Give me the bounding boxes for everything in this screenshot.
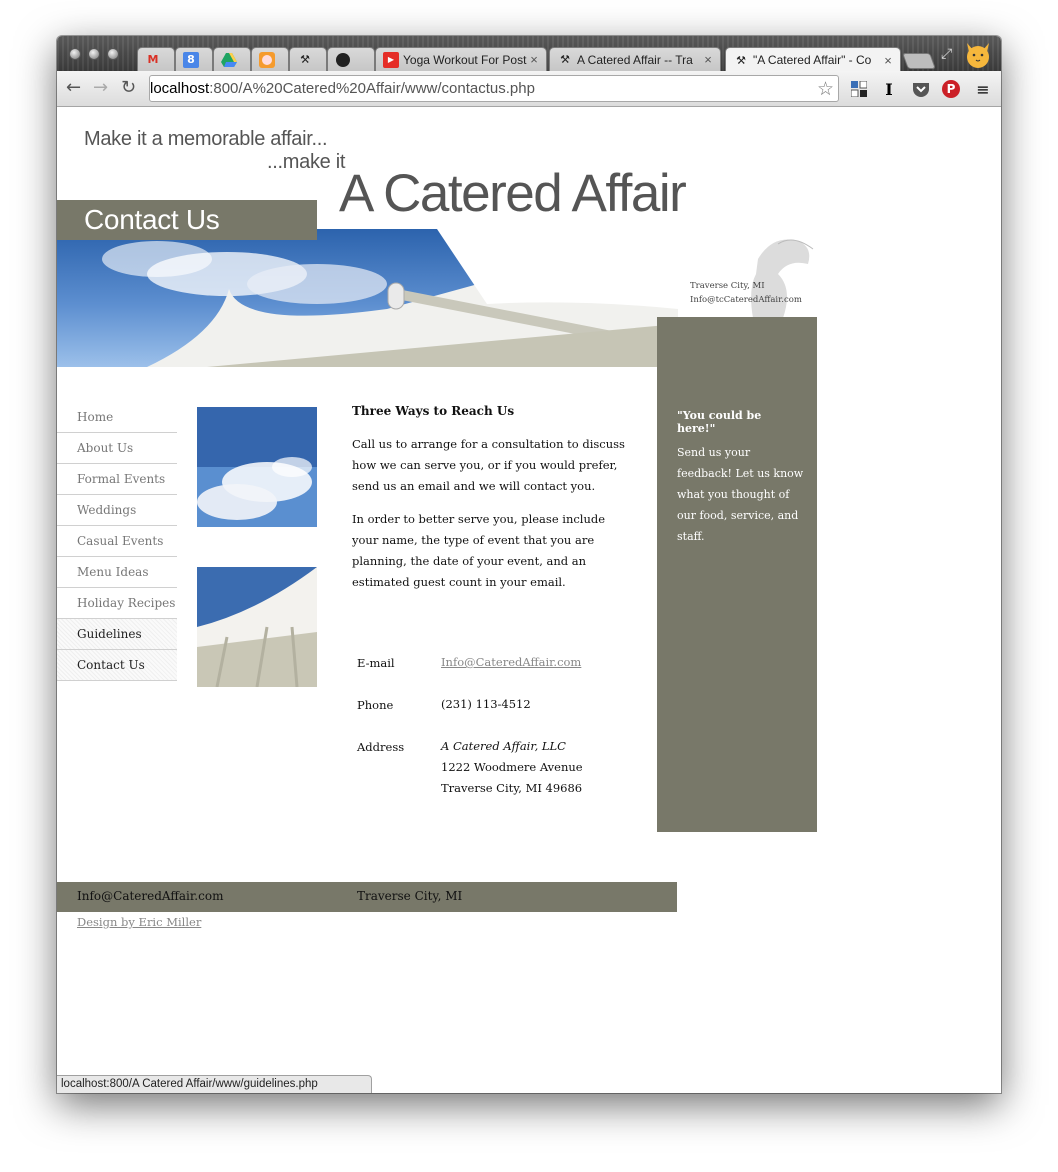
tab-title: "A Catered Affair" - Co bbox=[753, 53, 872, 67]
tagline-make-it: ...make it bbox=[267, 151, 346, 173]
status-bar: localhost:800/A Catered Affair/www/guide… bbox=[57, 1075, 372, 1093]
browser-window: M 8 ⚒ ▶ Yoga Workout For Post × ⚒ A Catered… bbox=[57, 36, 1001, 1093]
zoom-window-button[interactable] bbox=[107, 48, 119, 60]
cat-profile-icon[interactable] bbox=[963, 40, 993, 70]
close-icon[interactable]: × bbox=[701, 52, 715, 67]
tab-strip: M 8 ⚒ ▶ Yoga Workout For Post × ⚒ A Catered… bbox=[57, 36, 1001, 72]
sidebar-feedback: Send us your feedback! Let us know what … bbox=[677, 446, 804, 543]
footer-city: Traverse City, MI bbox=[357, 889, 463, 903]
browser-toolbar: ← → ↻ localhost:800/A%20Catered%20Affair… bbox=[57, 71, 1001, 162]
pinterest-icon[interactable]: P bbox=[941, 79, 961, 99]
address-bar[interactable]: localhost:800/A%20Catered%20Affair/www/c… bbox=[149, 75, 839, 162]
hero-tent-image bbox=[57, 229, 678, 367]
nav-guidelines[interactable]: Guidelines bbox=[57, 619, 177, 650]
close-icon[interactable]: × bbox=[527, 52, 541, 67]
bookmark-star-icon[interactable]: ☆ bbox=[817, 78, 834, 100]
forward-button[interactable]: → bbox=[93, 78, 108, 98]
new-tab-button[interactable] bbox=[902, 53, 936, 69]
site-brand: A Catered Affair bbox=[339, 164, 687, 223]
youtube-icon: ▶ bbox=[383, 51, 399, 68]
footer-email: Info@CateredAffair.com bbox=[77, 889, 224, 903]
back-button[interactable]: ← bbox=[66, 78, 81, 98]
tab-drive[interactable] bbox=[213, 47, 251, 71]
tab-catered-travel[interactable]: ⚒ A Catered Affair -- Tra × bbox=[549, 47, 721, 71]
address-label: Address bbox=[357, 740, 405, 754]
tab-github[interactable] bbox=[327, 47, 375, 71]
tent-detail-image bbox=[197, 567, 317, 687]
fullscreen-icon[interactable]: ⤢ bbox=[941, 46, 952, 62]
tab-title: A Catered Affair -- Tra bbox=[577, 52, 693, 67]
email-value: Info@CateredAffair.com bbox=[441, 652, 581, 673]
tab-youtube[interactable]: ▶ Yoga Workout For Post × bbox=[375, 47, 547, 71]
nav-holiday-recipes[interactable]: Holiday Recipes bbox=[57, 588, 177, 619]
nav-casual-events[interactable]: Casual Events bbox=[57, 526, 177, 557]
email-label: E-mail bbox=[357, 656, 395, 670]
tab-gmail[interactable]: M bbox=[137, 47, 175, 71]
menu-icon[interactable]: ≡ bbox=[973, 79, 993, 99]
tagline: Make it a memorable affair... bbox=[84, 128, 328, 150]
street-address: 1222 Woodmere Avenue bbox=[441, 760, 583, 774]
tab-orange[interactable] bbox=[251, 47, 289, 71]
minimize-window-button[interactable] bbox=[88, 48, 100, 60]
tool-icon: ⚒ bbox=[560, 53, 570, 66]
address-value: A Catered Affair, LLC 1222 Woodmere Aven… bbox=[441, 736, 583, 799]
phone-value: (231) 113-4512 bbox=[441, 697, 531, 711]
github-icon bbox=[335, 52, 351, 68]
company-name: A Catered Affair, LLC bbox=[441, 739, 566, 753]
nav-contact-us[interactable]: Contact Us bbox=[57, 650, 177, 681]
nav-weddings[interactable]: Weddings bbox=[57, 495, 177, 526]
web-page: Make it a memorable affair... ...make it… bbox=[57, 107, 1001, 1093]
site-footer: Info@CateredAffair.com Traverse City, MI bbox=[57, 882, 677, 912]
close-window-button[interactable] bbox=[69, 48, 81, 60]
tab-title: Yoga Workout For Post bbox=[403, 52, 527, 67]
url-host: localhost bbox=[150, 80, 210, 97]
sidebar-quote: "You could be here!" bbox=[677, 409, 762, 435]
tab-tool[interactable]: ⚒ bbox=[289, 47, 327, 71]
pocket-icon[interactable] bbox=[911, 79, 931, 99]
sidebar-panel bbox=[657, 317, 817, 832]
gmail-icon: M bbox=[147, 53, 159, 66]
tab-calendar[interactable]: 8 bbox=[175, 47, 213, 71]
url-path: :800/A%20Catered%20Affair/www/contactus.… bbox=[209, 80, 535, 97]
content-heading: Three Ways to Reach Us bbox=[352, 404, 515, 418]
nav-formal-events[interactable]: Formal Events bbox=[57, 464, 177, 495]
site-nav: Home About Us Formal Events Weddings Cas… bbox=[57, 402, 177, 681]
city-address: Traverse City, MI 49686 bbox=[441, 781, 583, 795]
side-email-text: Info@tcCateredAffair.com bbox=[690, 295, 802, 305]
side-city-text: Traverse City, MI bbox=[690, 281, 765, 291]
nav-about-us[interactable]: About Us bbox=[57, 433, 177, 464]
nav-home[interactable]: Home bbox=[57, 402, 177, 433]
tab-catered-contact[interactable]: ⚒ "A Catered Affair" - Co × bbox=[725, 47, 901, 72]
orange-circle-icon bbox=[259, 51, 275, 68]
phone-label: Phone bbox=[357, 698, 394, 712]
reload-button[interactable]: ↻ bbox=[121, 78, 136, 98]
extension-grid-icon[interactable] bbox=[849, 79, 869, 99]
tool-icon: ⚒ bbox=[300, 53, 310, 66]
close-icon[interactable]: × bbox=[881, 53, 895, 68]
sky-clouds-image bbox=[197, 407, 317, 527]
drive-icon bbox=[221, 52, 237, 68]
calendar-icon: 8 bbox=[183, 51, 199, 68]
content-paragraph-2: In order to better serve you, please inc… bbox=[352, 512, 606, 589]
email-link[interactable]: Info@CateredAffair.com bbox=[441, 655, 581, 669]
nav-menu-ideas[interactable]: Menu Ideas bbox=[57, 557, 177, 588]
instapaper-icon[interactable]: I bbox=[879, 79, 899, 99]
page-title: Contact Us bbox=[57, 200, 317, 240]
side-contact: Traverse City, MI Info@tcCateredAffair.c… bbox=[690, 279, 802, 307]
content-paragraph-1: Call us to arrange for a consultation to… bbox=[352, 437, 625, 493]
tool-icon: ⚒ bbox=[736, 53, 746, 67]
design-credit-link[interactable]: Design by Eric Miller bbox=[77, 915, 201, 929]
